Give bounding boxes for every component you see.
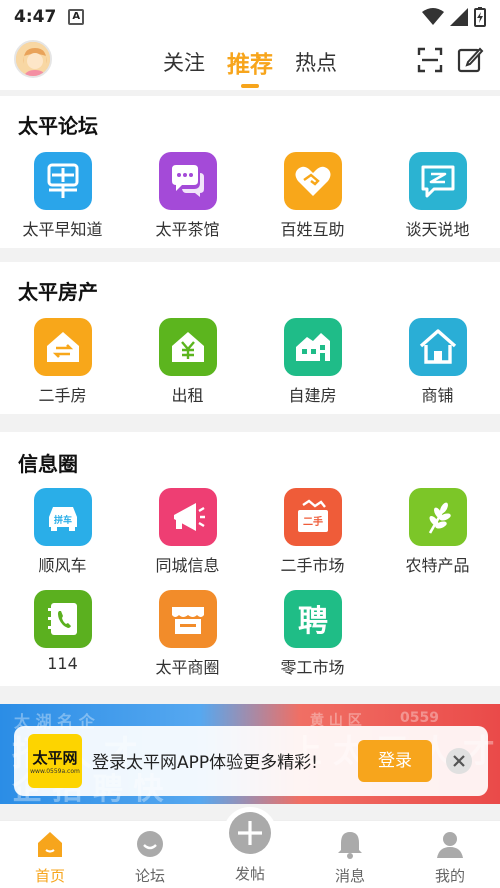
house-exchange-icon — [33, 318, 92, 376]
status-bar: 4:47 A — [0, 0, 500, 34]
wheat-icon — [408, 488, 467, 546]
megaphone-icon — [158, 488, 217, 546]
grid-item-teahouse[interactable]: 太平茶馆 — [125, 152, 250, 240]
grid-item-label: 二手房 — [38, 386, 87, 405]
forum-icon — [137, 831, 163, 857]
grid-item-odd-jobs[interactable]: 聘 零工市场 — [250, 590, 375, 678]
login-button[interactable]: 登录 — [358, 740, 432, 782]
svg-text:二手: 二手 — [303, 515, 323, 528]
grid-item-farm-products[interactable]: 农特产品 — [375, 488, 500, 576]
nav-post[interactable]: 发帖 — [200, 812, 300, 888]
forum-section: 太平论坛 太平早知道 太平茶馆 百姓互助 谈天说地 — [0, 96, 500, 248]
home-icon — [38, 832, 62, 857]
grid-item-label: 同城信息 — [155, 556, 220, 575]
early-news-icon — [33, 152, 92, 210]
grid-item-early-news[interactable]: 太平早知道 — [0, 152, 125, 240]
svg-text:拼车: 拼车 — [53, 514, 71, 526]
grid-item-label: 百姓互助 — [280, 220, 345, 239]
nav-messages[interactable]: 消息 — [300, 821, 400, 888]
close-promo-button[interactable] — [446, 748, 472, 774]
house-rent-icon — [158, 318, 217, 376]
grid-item-secondhand-market[interactable]: 二手 二手市场 — [250, 488, 375, 576]
grid-item-label: 出租 — [171, 386, 204, 405]
grid-item-mutual-aid[interactable]: 百姓互助 — [250, 152, 375, 240]
battery-icon — [474, 7, 486, 27]
tab-hot[interactable]: 热点 — [295, 47, 337, 77]
grid-item-label: 114 — [47, 654, 78, 673]
wifi-icon — [422, 8, 444, 25]
section-title: 太平论坛 — [18, 114, 98, 138]
logo-text: 太平网 — [32, 749, 78, 767]
nav-label: 我的 — [434, 867, 465, 885]
grid-item-city-info[interactable]: 同城信息 — [125, 488, 250, 576]
villa-icon — [283, 318, 342, 376]
top-bar: 关注 推荐 热点 — [0, 34, 500, 90]
edit-icon[interactable] — [456, 46, 484, 74]
grid-item-secondhand-house[interactable]: 二手房 — [0, 318, 125, 406]
grid-item-label: 太平商圈 — [155, 658, 220, 677]
handshake-heart-icon — [283, 152, 342, 210]
nav-label: 首页 — [34, 867, 65, 885]
section-title: 太平房产 — [18, 280, 98, 304]
grid-item-chat[interactable]: 谈天说地 — [375, 152, 500, 240]
svg-text:聘: 聘 — [298, 604, 328, 639]
nav-me[interactable]: 我的 — [400, 821, 500, 888]
nav-label: 论坛 — [134, 867, 165, 885]
grid-item-label: 自建房 — [288, 386, 337, 405]
close-icon — [453, 755, 465, 767]
chat-bubbles-icon — [158, 152, 217, 210]
grid-item-label: 二手市场 — [280, 556, 345, 575]
tab-recommend[interactable]: 推荐 — [227, 45, 273, 88]
grid-item-carpool[interactable]: 拼车 顺风车 — [0, 488, 125, 576]
nav-label: 发帖 — [234, 865, 265, 883]
app-notification-icon: A — [68, 9, 85, 25]
carpool-icon: 拼车 — [33, 488, 92, 546]
status-icons — [422, 7, 486, 27]
promo-text: 登录太平网APP体验更多精彩! — [92, 753, 318, 773]
nav-forum[interactable]: 论坛 — [100, 821, 200, 888]
grid-item-label: 零工市场 — [280, 658, 345, 677]
login-promo: 太平网 www.0559a.com 登录太平网APP体验更多精彩! 登录 — [14, 726, 488, 796]
bell-icon — [338, 832, 362, 859]
grid-item-shop[interactable]: 商铺 — [375, 318, 500, 406]
grid-item-label: 农特产品 — [405, 556, 470, 575]
avatar[interactable] — [14, 40, 52, 78]
grid-item-business-circle[interactable]: 太平商圈 — [125, 590, 250, 678]
logo-url: www.0559a.com — [30, 768, 80, 775]
nav-home[interactable]: 首页 — [0, 821, 100, 888]
site-logo: 太平网 www.0559a.com — [28, 734, 82, 788]
phonebook-icon — [33, 590, 92, 648]
nav-label: 消息 — [334, 867, 365, 885]
grid-item-label: 太平早知道 — [22, 220, 103, 239]
grid-item-label: 商铺 — [421, 386, 454, 405]
storefront-icon — [158, 590, 217, 648]
secondhand-box-icon: 二手 — [283, 488, 342, 546]
grid-item-label: 太平茶馆 — [155, 220, 220, 239]
grid-item-label: 顺风车 — [38, 556, 87, 575]
plus-icon — [229, 812, 271, 854]
signal-icon — [450, 8, 468, 26]
grid-item-114[interactable]: 114 — [0, 590, 125, 673]
speech-bubble-icon — [408, 152, 467, 210]
grid-item-label: 谈天说地 — [405, 220, 470, 239]
status-time: 4:47 — [14, 7, 57, 27]
property-section: 太平房产 二手房 出租 自建房 商铺 — [0, 262, 500, 414]
grid-item-rent[interactable]: 出租 — [125, 318, 250, 406]
hiring-icon: 聘 — [283, 590, 342, 648]
section-title: 信息圈 — [18, 452, 78, 476]
tab-follow[interactable]: 关注 — [163, 47, 205, 77]
scan-icon[interactable] — [416, 46, 444, 74]
bottom-nav: 首页 论坛 发帖 消息 我的 — [0, 807, 500, 888]
user-icon — [437, 832, 463, 858]
info-section: 信息圈 拼车 顺风车 同城信息 二手 二手市场 农特产品 114 太平商圈 聘 … — [0, 432, 500, 686]
shop-house-icon — [408, 318, 467, 376]
grid-item-self-built[interactable]: 自建房 — [250, 318, 375, 406]
